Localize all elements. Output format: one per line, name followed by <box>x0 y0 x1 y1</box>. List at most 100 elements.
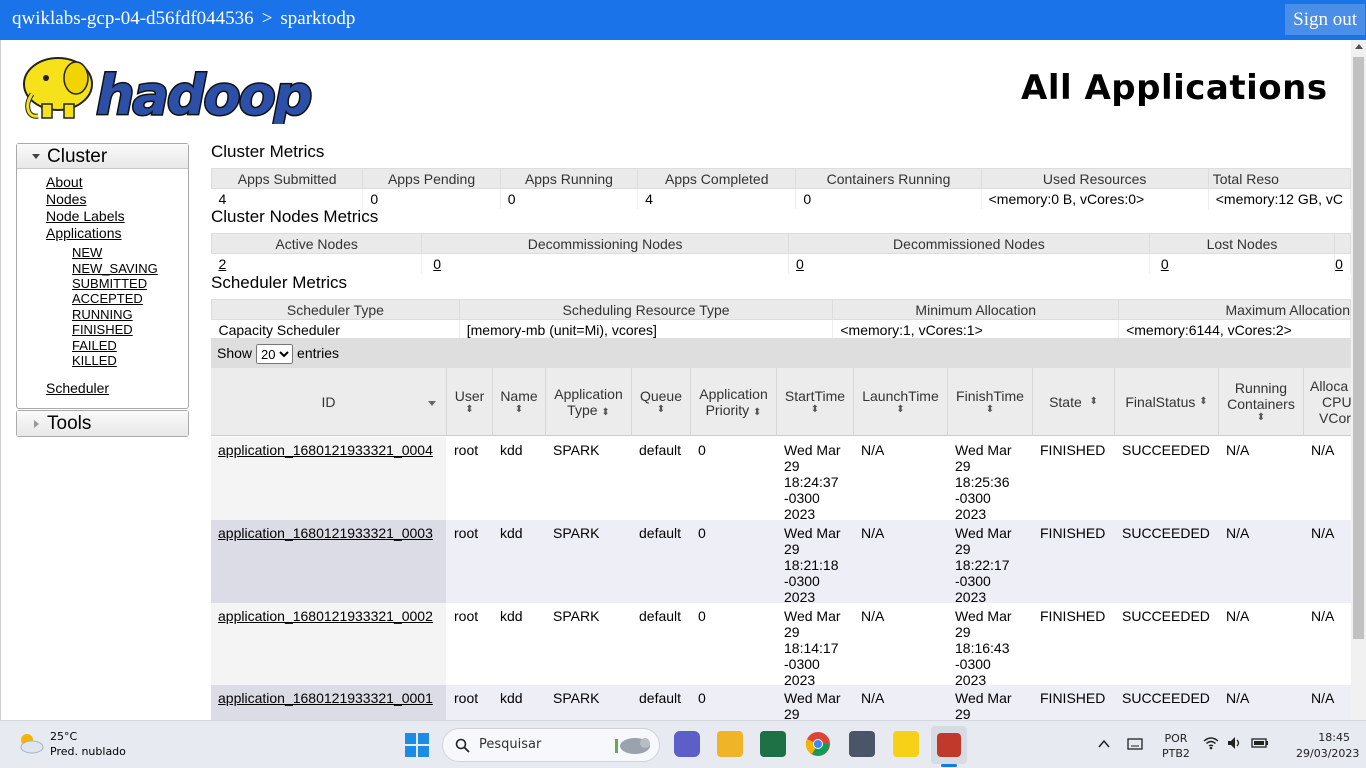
app-id-link[interactable]: application_1680121933321_0003 <box>218 525 433 541</box>
wifi-icon[interactable] <box>1203 736 1219 750</box>
col-minimum-allocation[interactable]: Minimum Allocation <box>832 299 1120 320</box>
link-state-submitted[interactable]: SUBMITTED <box>72 276 147 291</box>
col-state[interactable]: State ⬍ <box>1033 368 1115 436</box>
taskbar-search[interactable]: Pesquisar <box>442 728 660 762</box>
sign-out-button[interactable]: Sign out <box>1285 4 1365 35</box>
windows-start-icon[interactable] <box>405 733 429 757</box>
col-total-resources[interactable]: Total Reso <box>1207 168 1352 189</box>
col-application-priority[interactable]: Application Priority ⬍ <box>691 368 777 436</box>
col-apps-completed[interactable]: Apps Completed <box>637 168 797 189</box>
col-priority-line2: Priority ⬍ <box>705 401 762 418</box>
link-state-running[interactable]: RUNNING <box>72 307 133 322</box>
decommissioning-nodes-link[interactable]: 0 <box>433 256 441 272</box>
breadcrumb-project[interactable]: qwiklabs-gcp-04-d56fdf044536 <box>12 8 254 29</box>
spreadsheet-app-icon[interactable] <box>760 731 786 757</box>
teams-meet-icon[interactable] <box>674 731 700 757</box>
col-maximum-allocation[interactable]: Maximum Allocation <box>1118 299 1351 320</box>
link-state-failed[interactable]: FAILED <box>72 338 117 353</box>
col-finish-time[interactable]: FinishTime ⬍ <box>948 368 1033 436</box>
decommissioned-nodes-link[interactable]: 0 <box>796 256 804 272</box>
cell-queue: default <box>639 442 682 458</box>
col-queue[interactable]: Queue ⬍ <box>632 368 691 436</box>
app-id-link[interactable]: application_1680121933321_0001 <box>218 690 433 706</box>
col-name-label: Name <box>500 388 538 404</box>
link-about[interactable]: About <box>46 174 83 190</box>
link-state-killed[interactable]: KILLED <box>72 353 117 368</box>
cell-launch: N/A <box>861 690 885 706</box>
cell-alloc: N/A <box>1311 442 1335 458</box>
col-containers-running[interactable]: Containers Running <box>795 168 982 189</box>
cell-finish-line: 18:16:43 <box>955 640 1010 656</box>
link-node-labels[interactable]: Node Labels <box>46 208 125 224</box>
cell-name: kdd <box>500 690 523 706</box>
snipping-tool-icon[interactable] <box>937 733 961 757</box>
scroll-up-icon[interactable] <box>1355 44 1363 49</box>
link-state-finished[interactable]: FINISHED <box>72 322 133 337</box>
col-name[interactable]: Name ⬍ <box>493 368 546 436</box>
cluster-panel-header[interactable]: Cluster <box>17 144 188 169</box>
chrome-icon[interactable] <box>805 731 831 757</box>
volume-icon[interactable] <box>1227 736 1243 750</box>
col-final-status[interactable]: FinalStatus ⬍ <box>1115 368 1219 436</box>
weather-temp: 25°C <box>50 730 78 743</box>
col-application-type[interactable]: Application Type ⬍ <box>546 368 632 436</box>
app-id-link[interactable]: application_1680121933321_0004 <box>218 442 433 458</box>
sort-icon: ⬍ <box>656 404 666 415</box>
cell-alloc: N/A <box>1311 690 1335 706</box>
col-start-time[interactable]: StartTime ⬍ <box>777 368 854 436</box>
page-scrollbar[interactable] <box>1351 40 1366 720</box>
cell-final: SUCCEEDED <box>1122 608 1210 624</box>
link-state-accepted[interactable]: ACCEPTED <box>72 291 143 306</box>
unhealthy-nodes-link[interactable]: 0 <box>1335 256 1343 272</box>
cell-name: kdd <box>500 442 523 458</box>
tools-panel-title: Tools <box>47 413 92 434</box>
col-unhealthy-nodes[interactable] <box>1334 233 1351 254</box>
clock[interactable]: 18:45 29/03/2023 <box>1296 730 1359 762</box>
keyboard-layout: PTB2 <box>1162 747 1190 760</box>
col-running-containers[interactable]: Running Containers ⬍ <box>1219 368 1304 436</box>
chevron-up-icon[interactable] <box>1098 739 1110 749</box>
page-frame: hadoop hadoop All Applications Cluster A… <box>0 40 1366 720</box>
lost-nodes-link[interactable]: 0 <box>1161 256 1169 272</box>
cell-user: root <box>454 690 479 706</box>
active-nodes-link[interactable]: 2 <box>219 256 227 272</box>
col-scheduler-type[interactable]: Scheduler Type <box>211 299 460 320</box>
col-allocated-cpu[interactable]: Alloca CPU VCor <box>1304 368 1352 436</box>
col-scheduling-resource-type[interactable]: Scheduling Resource Type <box>458 299 834 320</box>
sticky-notes-icon[interactable] <box>893 731 919 757</box>
battery-icon[interactable] <box>1251 736 1269 750</box>
file-explorer-icon[interactable] <box>717 731 743 757</box>
entries-select[interactable]: 20 <box>256 344 294 365</box>
col-active-nodes[interactable]: Active Nodes <box>210 233 423 254</box>
tools-panel-header[interactable]: Tools <box>17 411 188 436</box>
cell-queue: default <box>639 690 682 706</box>
col-apps-submitted[interactable]: Apps Submitted <box>210 168 364 189</box>
scrollbar-thumb[interactable] <box>1353 57 1364 639</box>
col-user[interactable]: User ⬍ <box>447 368 493 436</box>
link-state-new[interactable]: NEW <box>72 245 102 260</box>
col-decommissioning-nodes[interactable]: Decommissioning Nodes <box>421 233 790 254</box>
col-decommissioned-nodes[interactable]: Decommissioned Nodes <box>788 233 1150 254</box>
cluster-panel: Cluster About Nodes Node Labels Applicat… <box>16 143 189 409</box>
col-apps-pending[interactable]: Apps Pending <box>362 168 501 189</box>
cell-start-line: -0300 <box>784 656 820 672</box>
cell-type: SPARK <box>553 525 600 541</box>
cell-start: Wed Mar 29 18:24:37 -0300 2023 <box>777 437 854 522</box>
col-lost-nodes[interactable]: Lost Nodes <box>1148 233 1336 254</box>
cell-finish-line: -0300 <box>955 490 991 506</box>
col-apps-running[interactable]: Apps Running <box>499 168 639 189</box>
link-applications[interactable]: Applications <box>46 225 122 241</box>
col-used-resources[interactable]: Used Resources <box>980 168 1209 189</box>
link-nodes[interactable]: Nodes <box>46 191 86 207</box>
calculator-icon[interactable] <box>849 731 875 757</box>
sort-icon: ⬍ <box>810 404 820 415</box>
link-scheduler[interactable]: Scheduler <box>46 380 109 396</box>
breadcrumb-cluster[interactable]: sparktodp <box>280 8 355 29</box>
input-language[interactable]: POR PTB2 <box>1162 731 1190 761</box>
col-launch-time[interactable]: LaunchTime ⬍ <box>854 368 948 436</box>
apps-submitted-value: 4 <box>211 188 364 209</box>
keyboard-icon[interactable] <box>1127 737 1143 751</box>
app-id-link[interactable]: application_1680121933321_0002 <box>218 608 433 624</box>
link-state-new-saving[interactable]: NEW_SAVING <box>72 261 158 276</box>
col-id[interactable]: ID <box>211 368 447 436</box>
